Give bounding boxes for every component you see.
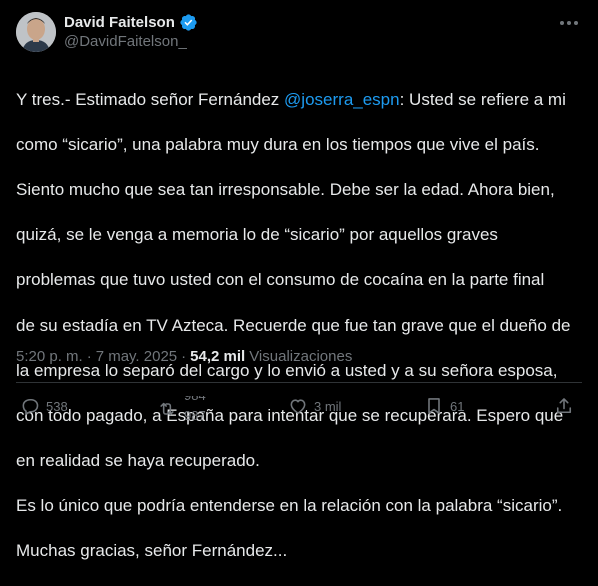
- tweet-text-line: de su estadía en TV Azteca. Recuerde que…: [16, 315, 571, 335]
- views-label: Visualizaciones: [249, 348, 353, 365]
- author-name-row: David Faitelson: [64, 12, 198, 32]
- tweet-text-line: quizá, se le venga a memoria lo de “sica…: [16, 225, 498, 245]
- views-count[interactable]: 54,2 mil: [190, 348, 245, 365]
- like-button[interactable]: 3 mil: [288, 396, 341, 416]
- tweet-text-line: Muchas gracias, señor Fernández...: [16, 541, 288, 561]
- mention-link[interactable]: @joserra_espn: [284, 90, 400, 109]
- retweet-icon: [160, 402, 174, 416]
- tweet-text-segment: Y tres.- Estimado señor Fernández: [16, 89, 285, 109]
- reply-button[interactable]: 538: [20, 396, 68, 416]
- tweet-text-segment: : Usted se refiere a mi: [399, 89, 566, 109]
- retweet-count-new: 987: [184, 408, 206, 422]
- tweet-date[interactable]: 7 may. 2025: [96, 348, 177, 365]
- divider: [16, 382, 582, 383]
- tweet-text-line: problemas que tuvo usted con el consumo …: [16, 270, 545, 290]
- author-display-name[interactable]: David Faitelson: [64, 14, 175, 31]
- tweet-text-line: Es lo único que podría entenderse en la …: [16, 496, 563, 516]
- avatar-image: [16, 12, 56, 52]
- share-button[interactable]: [554, 396, 574, 416]
- reply-icon: [22, 398, 39, 416]
- bookmark-icon: [428, 398, 440, 414]
- like-icon: [290, 399, 306, 414]
- retweet-count: 984 987: [184, 396, 214, 422]
- meta-separator: ·: [86, 348, 92, 365]
- verified-badge-icon[interactable]: [179, 13, 198, 32]
- reply-count: 538: [46, 398, 68, 414]
- tweet-text-line: Y tres.- Estimado señor Fernández @joser…: [16, 89, 586, 112]
- bookmark-button[interactable]: 61: [424, 396, 464, 416]
- meta-separator: ·: [181, 348, 187, 365]
- tweet-time[interactable]: 5:20 p. m.: [16, 348, 83, 365]
- action-bar: 538 984 987 3 mil 61: [16, 396, 582, 422]
- avatar[interactable]: [16, 12, 56, 52]
- tweet-text-line: en realidad se haya recuperado.: [16, 451, 260, 471]
- tweet-meta: 5:20 p. m. · 7 may. 2025 · 54,2 mil Visu…: [16, 348, 352, 365]
- retweet-button[interactable]: 984 987: [156, 396, 214, 422]
- author-handle[interactable]: @DavidFaitelson_: [64, 33, 187, 50]
- tweet-text: Y tres.- Estimado señor Fernández @joser…: [16, 66, 586, 586]
- retweet-count-old: 984: [184, 396, 206, 403]
- more-options-icon[interactable]: [558, 14, 580, 32]
- tweet-text-line: como “sicario”, una palabra muy dura en …: [16, 134, 540, 154]
- share-icon: [556, 398, 572, 414]
- tweet-text-line: Siento mucho que sea tan irresponsable. …: [16, 179, 555, 199]
- like-count: 3 mil: [314, 398, 342, 414]
- tweet-card[interactable]: David Faitelson @DavidFaitelson_ Y tres.…: [0, 0, 598, 560]
- bookmark-count: 61: [450, 398, 465, 414]
